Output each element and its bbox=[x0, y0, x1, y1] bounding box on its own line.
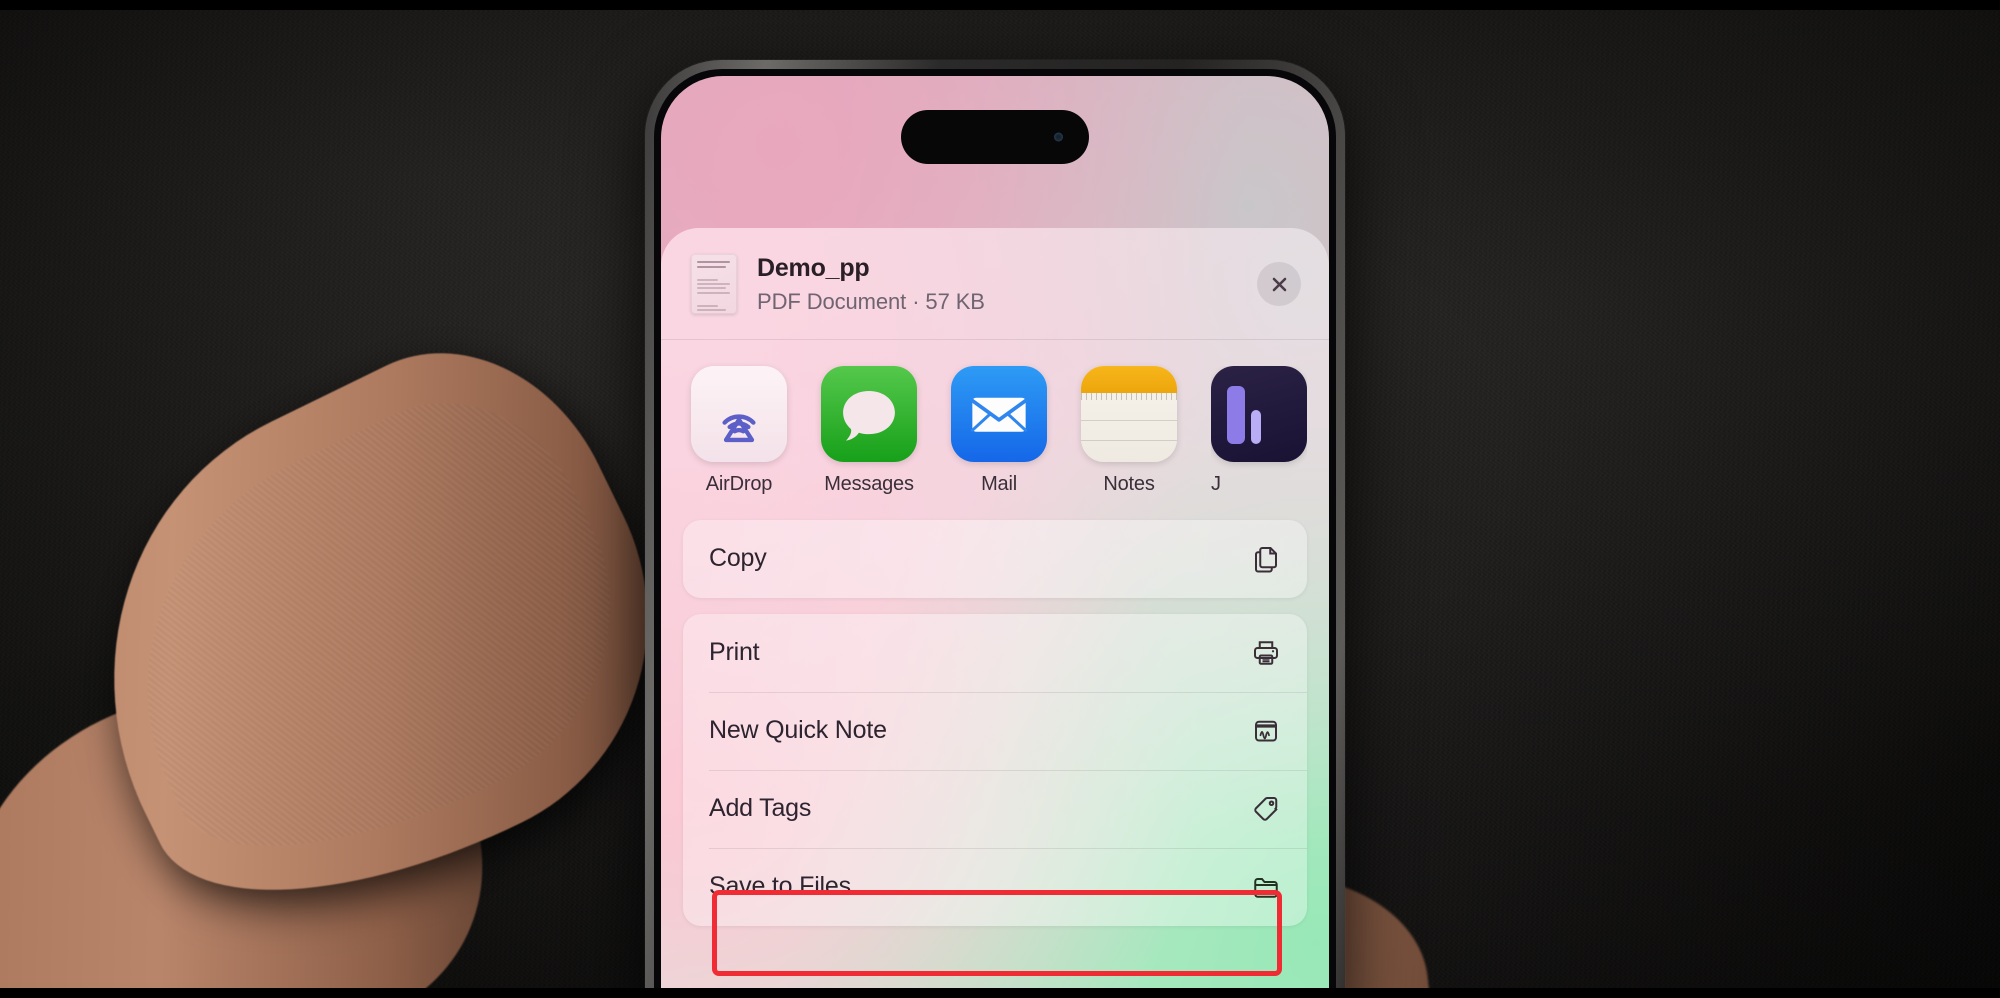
app-messages[interactable]: Messages bbox=[821, 365, 917, 496]
notes-icon bbox=[1081, 365, 1177, 462]
copy-icon bbox=[1249, 542, 1283, 576]
front-camera-icon bbox=[1054, 132, 1063, 142]
action-label: Add Tags bbox=[709, 794, 812, 823]
app-airdrop[interactable]: AirDrop bbox=[691, 365, 787, 496]
action-label: Print bbox=[709, 638, 760, 667]
share-sheet-header: Demo_pp PDF Document · 57 KB bbox=[661, 228, 1329, 339]
printer-icon bbox=[1249, 636, 1283, 670]
app-label: J bbox=[1211, 472, 1221, 495]
letterbox-top bbox=[0, 0, 2000, 10]
app-label: Notes bbox=[1103, 472, 1155, 495]
quick-note-icon bbox=[1249, 714, 1283, 748]
app-label: Mail bbox=[981, 472, 1017, 495]
file-meta: Demo_pp PDF Document · 57 KB bbox=[757, 254, 1237, 315]
file-subtitle: PDF Document · 57 KB bbox=[757, 288, 985, 314]
action-label: Save to Files bbox=[709, 872, 851, 901]
action-row-new-quick-note[interactable]: New Quick Note bbox=[683, 691, 1307, 770]
action-row-add-tags[interactable]: Add Tags bbox=[683, 769, 1307, 848]
mail-icon bbox=[951, 365, 1047, 462]
tag-icon bbox=[1249, 792, 1283, 826]
share-sheet: Demo_pp PDF Document · 57 KB AirDrop Mes… bbox=[661, 228, 1329, 998]
action-group-1: Copy bbox=[683, 519, 1307, 598]
airdrop-icon bbox=[691, 365, 787, 462]
app-notes[interactable]: Notes bbox=[1081, 365, 1177, 496]
app-mail[interactable]: Mail bbox=[951, 365, 1047, 496]
file-name: Demo_pp bbox=[757, 254, 870, 282]
app-partial[interactable]: J bbox=[1211, 365, 1307, 496]
folder-icon bbox=[1249, 870, 1283, 904]
app-label: AirDrop bbox=[705, 472, 773, 495]
action-list: Copy Print New Quick Note Add Tags Save … bbox=[661, 514, 1329, 926]
action-row-save-to-files[interactable]: Save to Files bbox=[683, 847, 1307, 926]
app-suggestions-row[interactable]: AirDrop Messages Mail Notes J bbox=[661, 340, 1329, 514]
phone-device: Demo_pp PDF Document · 57 KB AirDrop Mes… bbox=[645, 60, 1345, 998]
action-row-print[interactable]: Print bbox=[683, 614, 1307, 692]
action-row-copy[interactable]: Copy bbox=[683, 520, 1307, 598]
phone-screen[interactable]: Demo_pp PDF Document · 57 KB AirDrop Mes… bbox=[661, 76, 1329, 998]
action-group-2: Print New Quick Note Add Tags Save to Fi… bbox=[683, 613, 1307, 926]
action-label: New Quick Note bbox=[709, 716, 887, 745]
app-label: Messages bbox=[824, 472, 914, 495]
dynamic-island bbox=[901, 110, 1089, 164]
app-partial-icon bbox=[1211, 365, 1307, 462]
messages-icon bbox=[821, 365, 917, 462]
letterbox-bottom bbox=[0, 988, 2000, 998]
close-icon bbox=[1272, 277, 1286, 292]
close-button[interactable] bbox=[1257, 262, 1301, 307]
document-thumbnail-icon bbox=[691, 254, 737, 315]
phone-bezel: Demo_pp PDF Document · 57 KB AirDrop Mes… bbox=[654, 69, 1336, 998]
action-label: Copy bbox=[709, 544, 767, 573]
